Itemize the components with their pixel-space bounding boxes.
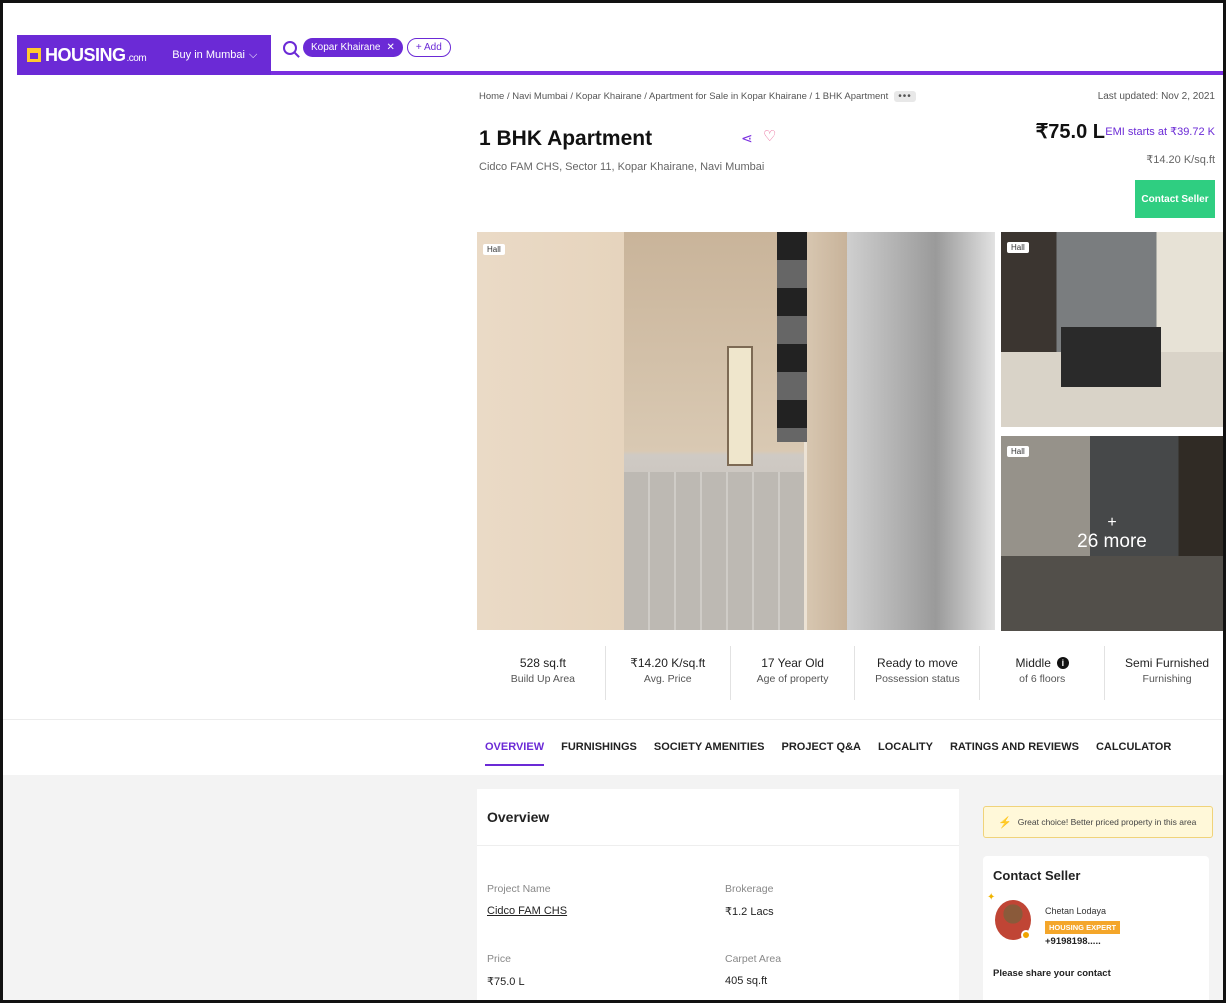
project-name-label: Project Name xyxy=(487,883,551,895)
breadcrumb: Home / Navi Mumbai / Kopar Khairane / Ap… xyxy=(479,91,916,102)
property-stats: 528 sq.ft Build Up Area ₹14.20 K/sq.ft A… xyxy=(481,646,1223,700)
stat-value: Ready to move xyxy=(877,656,958,670)
chevron-down-icon: ⌵ xyxy=(248,48,258,61)
stat-label: Avg. Price xyxy=(643,673,692,685)
expert-badge-icon xyxy=(1021,930,1031,940)
carpet-area-label: Carpet Area xyxy=(725,953,782,965)
contact-seller-button[interactable]: Contact Seller xyxy=(1135,180,1215,218)
breadcrumb-more-button[interactable]: ••• xyxy=(894,91,916,102)
stat-value: 528 sq.ft xyxy=(519,656,566,670)
stat-value: Semi Furnished xyxy=(1125,656,1210,670)
housing-expert-badge: HOUSING EXPERT xyxy=(1045,921,1121,934)
breadcrumb-path[interactable]: Home / Navi Mumbai / Kopar Khairane / Ap… xyxy=(479,91,888,102)
plus-icon: + xyxy=(1107,513,1117,531)
more-photos-label: 26 more xyxy=(1077,530,1147,552)
brokerage-value: ₹1.2 Lacs xyxy=(725,906,774,918)
stat-label: Build Up Area xyxy=(510,673,576,685)
lightning-icon: ⚡ xyxy=(998,816,1012,829)
property-address: Cidco FAM CHS, Sector 11, Kopar Khairane… xyxy=(479,161,765,173)
city-selector-label: Buy in Mumbai xyxy=(172,49,245,61)
contact-seller-card: Contact Seller ✦ Chetan Lodaya HOUSING E… xyxy=(983,856,1209,1000)
stat-value: 17 Year Old xyxy=(761,656,824,670)
overview-card: Overview Project Name Cidco FAM CHS Brok… xyxy=(477,789,959,1000)
carpet-area-value: 405 sq.ft xyxy=(725,975,768,987)
price-per-sqft: ₹14.20 K/sq.ft xyxy=(1146,154,1215,166)
section-tabs: OVERVIEW FURNISHINGS SOCIETY AMENITIES P… xyxy=(485,741,1171,766)
project-name-link[interactable]: Cidco FAM CHS xyxy=(487,905,567,917)
tab-furnishings[interactable]: FURNISHINGS xyxy=(561,741,637,766)
emi-link[interactable]: EMI starts at ₹39.72 K xyxy=(1105,125,1215,138)
tab-project-qa[interactable]: PROJECT Q&A xyxy=(782,741,861,766)
overview-heading: Overview xyxy=(487,809,550,825)
share-contact-prompt: Please share your contact xyxy=(993,968,1111,979)
sparkle-icon: ✦ xyxy=(987,892,996,903)
logo-suffix: .com xyxy=(126,52,147,64)
stat-item: 528 sq.ft Build Up Area xyxy=(481,646,606,700)
stat-value: ₹14.20 K/sq.ft xyxy=(630,656,706,670)
photo-floor xyxy=(624,472,804,630)
photo-wall xyxy=(477,232,627,630)
search-icon[interactable] xyxy=(283,40,297,55)
stat-label: Possession status xyxy=(875,673,960,685)
tab-society-amenities[interactable]: SOCIETY AMENITIES xyxy=(654,741,765,766)
search-chip[interactable]: Kopar Khairane ✕ xyxy=(303,38,403,57)
photo-tiles xyxy=(777,232,809,442)
last-updated: Last updated: Nov 2, 2021 xyxy=(1097,91,1215,102)
close-icon[interactable]: ✕ xyxy=(387,42,395,53)
tab-overview[interactable]: OVERVIEW xyxy=(485,741,545,766)
search-bar[interactable]: Kopar Khairane ✕ + Add xyxy=(283,38,451,57)
photo-sofa xyxy=(1061,327,1161,387)
stat-item: Middle i of 6 floors xyxy=(980,646,1106,700)
search-chip-label: Kopar Khairane xyxy=(311,42,381,53)
more-photos-button[interactable]: + 26 more xyxy=(1001,436,1223,631)
page-title: 1 BHK Apartment xyxy=(479,127,653,150)
stat-label: of 6 floors xyxy=(1019,673,1066,685)
divider xyxy=(3,719,1223,720)
side-photo-1[interactable]: Hall xyxy=(1001,232,1223,427)
price-value: ₹75.0 L xyxy=(487,976,525,988)
photo-pillar xyxy=(807,232,847,630)
photo-tag: Hall xyxy=(1007,242,1029,253)
tab-ratings-reviews[interactable]: RATINGS AND REVIEWS xyxy=(950,741,1079,766)
agent-phone[interactable]: +9198198..... xyxy=(1045,936,1101,947)
photo-tag: Hall xyxy=(483,244,505,255)
stat-label: Furnishing xyxy=(1142,673,1192,685)
stat-label: Age of property xyxy=(756,673,829,685)
contact-seller-heading: Contact Seller xyxy=(993,868,1081,883)
main-photo[interactable]: Hall xyxy=(477,232,995,630)
page: HOUSING .com Buy in Mumbai ⌵ Kopar Khair… xyxy=(0,0,1226,1003)
price-label: Price xyxy=(487,953,511,965)
divider xyxy=(477,845,959,846)
brokerage-label: Brokerage xyxy=(725,883,774,895)
logo-text: HOUSING xyxy=(45,44,126,65)
property-price: ₹75.0 L xyxy=(1035,121,1105,143)
home-logo-icon xyxy=(27,48,41,62)
great-choice-text: Great choice! Better priced property in … xyxy=(1017,817,1197,827)
photo-blur xyxy=(847,232,995,630)
stat-item: Semi Furnished Furnishing xyxy=(1105,646,1223,700)
housing-logo[interactable]: HOUSING .com xyxy=(27,44,147,66)
tab-locality[interactable]: LOCALITY xyxy=(878,741,933,766)
photo-door xyxy=(727,346,753,466)
heart-icon[interactable]: ♡ xyxy=(763,127,776,145)
great-choice-banner: ⚡ Great choice! Better priced property i… xyxy=(983,806,1213,838)
share-icon[interactable]: ⋖ xyxy=(741,130,753,147)
tab-calculator[interactable]: CALCULATOR xyxy=(1096,741,1171,766)
stat-value: Middle xyxy=(1015,656,1051,670)
stat-item: 17 Year Old Age of property xyxy=(731,646,856,700)
brand-block: HOUSING .com Buy in Mumbai ⌵ xyxy=(17,35,271,75)
stat-item: Ready to move Possession status xyxy=(855,646,981,700)
agent-name: Chetan Lodaya xyxy=(1045,906,1107,916)
add-location-button[interactable]: + Add xyxy=(406,38,451,57)
info-icon[interactable]: i xyxy=(1056,657,1069,669)
stat-item: ₹14.20 K/sq.ft Avg. Price xyxy=(606,646,731,700)
city-selector[interactable]: Buy in Mumbai ⌵ xyxy=(172,49,257,62)
